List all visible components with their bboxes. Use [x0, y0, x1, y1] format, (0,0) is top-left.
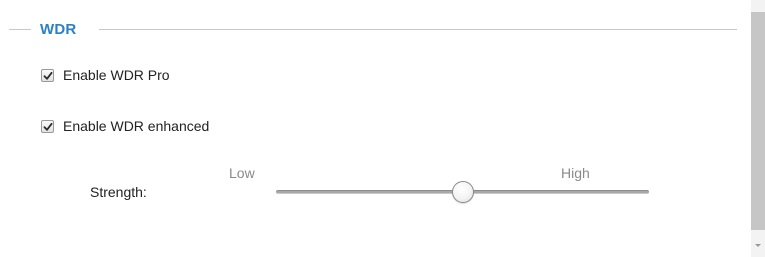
enable-wdr-enhanced-label: Enable WDR enhanced — [63, 118, 210, 134]
scroll-down-button[interactable] — [751, 238, 765, 252]
section-title: WDR — [40, 21, 77, 38]
vertical-scrollbar[interactable] — [751, 0, 765, 257]
checkmark-icon — [43, 122, 53, 131]
enable-wdr-enhanced-checkbox[interactable] — [41, 119, 54, 133]
section-divider-right — [99, 29, 737, 30]
scrollbar-thumb[interactable] — [751, 12, 765, 230]
section-divider-left — [9, 29, 31, 30]
enable-wdr-enhanced-option[interactable]: Enable WDR enhanced — [41, 117, 209, 135]
enable-wdr-pro-option[interactable]: Enable WDR Pro — [41, 66, 170, 84]
enable-wdr-pro-label: Enable WDR Pro — [63, 67, 170, 83]
slider-low-label: Low — [229, 165, 255, 181]
enable-wdr-pro-checkbox[interactable] — [41, 68, 54, 82]
checkmark-icon — [43, 71, 53, 80]
strength-label: Strength: — [90, 184, 147, 200]
slider-high-label: High — [561, 165, 590, 181]
chevron-down-icon — [755, 244, 761, 247]
strength-slider-thumb[interactable] — [451, 181, 474, 203]
